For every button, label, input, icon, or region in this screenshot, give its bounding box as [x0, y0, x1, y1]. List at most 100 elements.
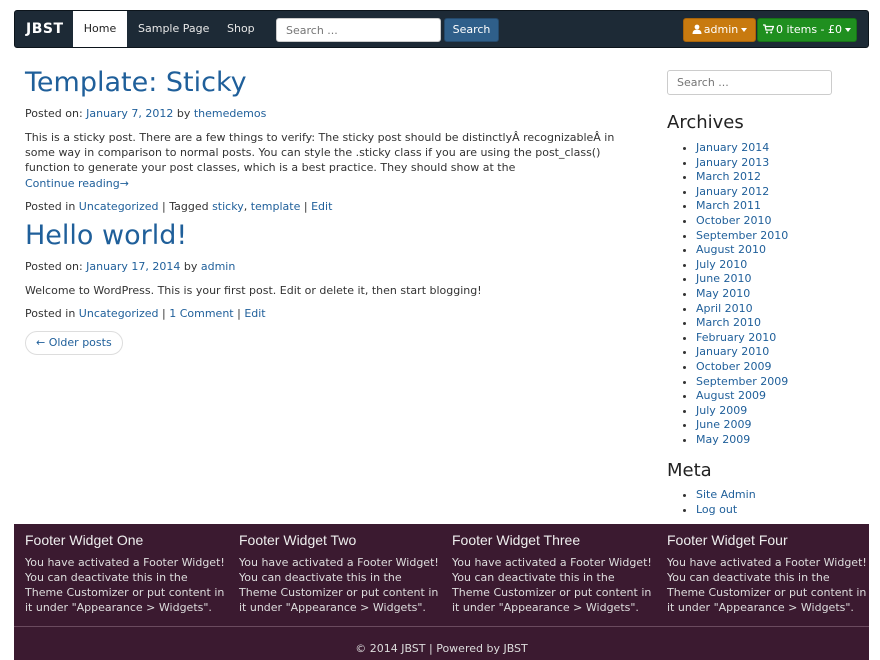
- archive-link[interactable]: September 2010: [696, 229, 788, 242]
- list-item: January 2012: [696, 185, 788, 200]
- post-footer-meta: Posted in Uncategorized | Tagged sticky,…: [25, 199, 333, 213]
- nav-item-home[interactable]: Home: [73, 11, 127, 47]
- list-item: May 2010: [696, 287, 788, 302]
- archive-link[interactable]: January 2013: [696, 156, 769, 169]
- list-item: January 2014: [696, 141, 788, 156]
- archive-link[interactable]: January 2014: [696, 141, 769, 154]
- post-excerpt: Welcome to WordPress. This is your first…: [25, 283, 482, 297]
- author-link[interactable]: themedemos: [194, 107, 266, 120]
- list-item: March 2011: [696, 199, 788, 214]
- post-title-link[interactable]: Template: Sticky: [25, 68, 645, 98]
- archives-title: Archives: [667, 112, 744, 133]
- list-item: August 2009: [696, 389, 788, 404]
- archive-link[interactable]: May 2010: [696, 287, 750, 300]
- posted-on-label: Posted on:: [25, 259, 87, 273]
- archive-link[interactable]: March 2010: [696, 316, 761, 329]
- brand-logo-link[interactable]: JBST: [26, 21, 64, 37]
- footer-widget-four: Footer Widget Four You have activated a …: [667, 532, 867, 615]
- log-out-link[interactable]: Log out: [696, 503, 737, 516]
- edit-link[interactable]: Edit: [244, 307, 265, 320]
- posted-in-label: Posted in: [25, 307, 79, 321]
- footer-widget-title: Footer Widget Three: [452, 532, 581, 548]
- archive-link[interactable]: June 2010: [696, 272, 751, 285]
- sidebar-search-input[interactable]: [667, 70, 832, 95]
- copyright-text: © 2014 JBST | Powered by JBST: [355, 642, 528, 655]
- tag-link-template[interactable]: template: [251, 200, 301, 213]
- archive-link[interactable]: March 2012: [696, 170, 761, 183]
- post-date-link[interactable]: January 17, 2014: [86, 260, 180, 273]
- footer-divider: [14, 626, 869, 627]
- footer-widget-text: You have activated a Footer Widget! You …: [25, 556, 225, 614]
- excerpt-text: This is a sticky post. There are a few t…: [25, 130, 615, 175]
- post-meta: Posted on: January 17, 2014 by admin: [25, 260, 645, 274]
- list-item: May 2009: [696, 433, 788, 448]
- meta-title: Meta: [667, 460, 712, 481]
- list-item: August 2010: [696, 243, 788, 258]
- user-icon: [692, 24, 702, 34]
- navbar-search-input[interactable]: [276, 18, 441, 42]
- cart-dropdown-button[interactable]: 0 items - £0: [757, 18, 857, 42]
- archive-link[interactable]: July 2010: [696, 258, 747, 271]
- archive-link[interactable]: January 2010: [696, 345, 769, 358]
- list-item: March 2010: [696, 316, 788, 331]
- footer-widget-one: Footer Widget One You have activated a F…: [25, 532, 225, 615]
- chevron-down-icon: [845, 28, 852, 32]
- archive-link[interactable]: August 2009: [696, 389, 766, 402]
- archive-link[interactable]: February 2010: [696, 331, 776, 344]
- site-footer: Footer Widget One You have activated a F…: [14, 524, 869, 660]
- admin-label: admin: [703, 23, 739, 36]
- older-posts-button[interactable]: ← Older posts: [25, 331, 123, 355]
- post-title-link[interactable]: Hello world!: [25, 221, 645, 251]
- nav-item-sample-page[interactable]: Sample Page: [138, 11, 209, 47]
- archive-link[interactable]: April 2010: [696, 302, 753, 315]
- archive-link[interactable]: October 2009: [696, 360, 772, 373]
- list-item: July 2009: [696, 404, 788, 419]
- post-footer-meta: Posted in Uncategorized | 1 Comment | Ed…: [25, 307, 266, 321]
- list-item: Site Admin: [696, 488, 756, 503]
- list-item: April 2010: [696, 302, 788, 317]
- archive-link[interactable]: July 2009: [696, 404, 747, 417]
- list-item: June 2009: [696, 418, 788, 433]
- post-date-link[interactable]: January 7, 2012: [86, 107, 173, 120]
- admin-dropdown-button[interactable]: admin: [683, 18, 756, 42]
- edit-link[interactable]: Edit: [311, 200, 332, 213]
- by-label: by: [173, 106, 194, 120]
- list-item: January 2010: [696, 345, 788, 360]
- post-hello-world: Hello world! Posted on: January 17, 2014…: [25, 221, 645, 320]
- archive-link[interactable]: January 2012: [696, 185, 769, 198]
- cart-label: 0 items - £0: [775, 23, 843, 36]
- tagged-label: | Tagged: [158, 199, 213, 213]
- list-item: October 2010: [696, 214, 788, 229]
- category-link[interactable]: Uncategorized: [79, 200, 159, 213]
- archive-link[interactable]: June 2009: [696, 418, 751, 431]
- nav-item-shop[interactable]: Shop: [227, 11, 255, 47]
- archive-link[interactable]: October 2010: [696, 214, 772, 227]
- category-link[interactable]: Uncategorized: [79, 307, 159, 320]
- comments-link[interactable]: 1 Comment: [169, 307, 233, 320]
- archive-link[interactable]: September 2009: [696, 375, 788, 388]
- archive-link[interactable]: August 2010: [696, 243, 766, 256]
- archives-list: January 2014 January 2013 March 2012 Jan…: [696, 141, 788, 447]
- site-admin-link[interactable]: Site Admin: [696, 488, 756, 501]
- list-item: June 2010: [696, 272, 788, 287]
- posted-on-label: Posted on:: [25, 106, 87, 120]
- archive-link[interactable]: May 2009: [696, 433, 750, 446]
- continue-reading-link[interactable]: Continue reading→: [25, 177, 129, 190]
- footer-widget-three: Footer Widget Three You have activated a…: [452, 532, 652, 615]
- list-item: Log out: [696, 503, 756, 518]
- author-link[interactable]: admin: [201, 260, 235, 273]
- footer-widget-text: You have activated a Footer Widget! You …: [239, 556, 439, 614]
- list-item: September 2009: [696, 375, 788, 390]
- post-meta: Posted on: January 7, 2012 by themedemos: [25, 107, 645, 121]
- tag-link-sticky[interactable]: sticky: [212, 200, 244, 213]
- footer-widget-text: You have activated a Footer Widget! You …: [667, 556, 867, 614]
- list-item: July 2010: [696, 258, 788, 273]
- navbar: JBST Home Sample Page Shop Search admin …: [14, 10, 869, 48]
- sidebar: Archives January 2014 January 2013 March…: [667, 70, 867, 516]
- list-item: February 2010: [696, 331, 788, 346]
- footer-widget-title: Footer Widget Two: [239, 532, 357, 548]
- by-label: by: [180, 259, 201, 273]
- archive-link[interactable]: March 2011: [696, 199, 761, 212]
- posted-in-label: Posted in: [25, 199, 79, 213]
- navbar-search-button[interactable]: Search: [444, 18, 499, 42]
